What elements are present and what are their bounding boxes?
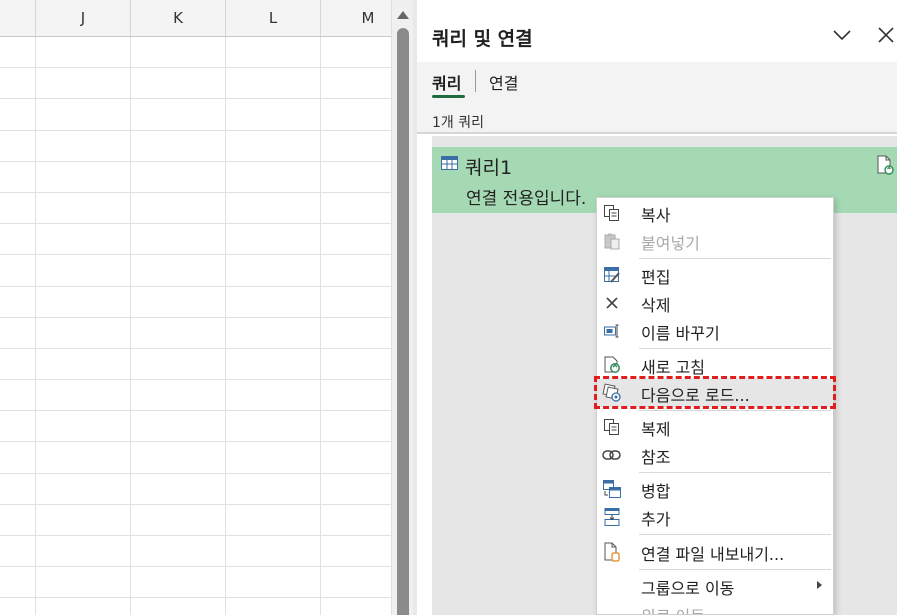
- context-menu: 복사 붙여넣기 편집 삭제 이름 바꾸기 새로 고침 다음으로 로드... 복제…: [596, 197, 834, 615]
- load-to-icon: [602, 383, 622, 403]
- grid-rows: [0, 37, 391, 615]
- append-icon: [602, 507, 622, 527]
- menu-item-label: 편집: [641, 268, 671, 287]
- grid-row[interactable]: [0, 131, 391, 162]
- menu-item-label: 추가: [641, 510, 671, 529]
- grid-row[interactable]: [0, 162, 391, 193]
- menu-item-label: 연결 파일 내보내기...: [641, 545, 785, 564]
- edit-table-icon: [602, 265, 622, 285]
- query-status: 연결 전용입니다.: [466, 189, 587, 209]
- menu-item-label: 위로 이동: [641, 603, 705, 614]
- menu-separator: [639, 569, 831, 570]
- menu-item-edit[interactable]: 편집: [597, 261, 833, 289]
- menu-item-label: 참조: [641, 448, 671, 467]
- query-count-bar: 1개 쿼리: [417, 100, 897, 134]
- menu-item-move-up[interactable]: 위로 이동: [597, 600, 833, 614]
- paste-icon: [602, 231, 622, 251]
- tab-connections[interactable]: 연결: [489, 70, 518, 94]
- menu-separator: [639, 410, 831, 411]
- grid-row[interactable]: [0, 567, 391, 599]
- grid-row[interactable]: [0, 193, 391, 225]
- menu-item-label: 다음으로 로드...: [641, 386, 750, 405]
- menu-separator: [639, 534, 831, 535]
- menu-item-move-to-group[interactable]: 그룹으로 이동: [597, 572, 833, 600]
- menu-item-refresh[interactable]: 새로 고침: [597, 351, 833, 379]
- chevron-down-icon[interactable]: [831, 24, 853, 46]
- grid-row[interactable]: [0, 411, 391, 443]
- vertical-scrollbar[interactable]: [391, 0, 413, 615]
- panel-tabs: 쿼리 연결: [417, 62, 897, 100]
- grid-row[interactable]: [0, 349, 391, 381]
- grid-row[interactable]: [0, 37, 391, 69]
- refresh-document-icon[interactable]: [876, 155, 894, 175]
- rename-icon: [602, 321, 622, 341]
- merge-icon: [602, 479, 622, 499]
- menu-item-label: 병합: [641, 482, 671, 501]
- column-headers: J K L M: [0, 0, 391, 37]
- column-header-j[interactable]: J: [35, 0, 130, 36]
- menu-item-paste[interactable]: 붙여넣기: [597, 227, 833, 255]
- grid-row[interactable]: [0, 474, 391, 505]
- grid-row[interactable]: [0, 380, 391, 412]
- grid-row[interactable]: [0, 99, 391, 131]
- panel-title: 쿼리 및 연결: [432, 28, 533, 50]
- menu-item-load-to[interactable]: 다음으로 로드...: [597, 379, 833, 407]
- grid-row[interactable]: [0, 287, 391, 318]
- menu-item-label: 이름 바꾸기: [641, 324, 720, 343]
- query-name: 쿼리1: [465, 157, 513, 179]
- menu-item-label: 그룹으로 이동: [641, 579, 735, 598]
- menu-item-reference[interactable]: 참조: [597, 441, 833, 469]
- active-tab-indicator: [432, 95, 465, 98]
- menu-item-rename[interactable]: 이름 바꾸기: [597, 317, 833, 345]
- delete-x-icon: [602, 293, 622, 313]
- export-connection-icon: [602, 542, 622, 562]
- grid-row[interactable]: [0, 536, 391, 568]
- copy-icon: [602, 203, 622, 223]
- scroll-up-arrow-icon[interactable]: [397, 11, 409, 19]
- menu-item-export-connection-file[interactable]: 연결 파일 내보내기...: [597, 538, 833, 566]
- refresh-icon: [602, 355, 622, 375]
- menu-separator: [639, 348, 831, 349]
- menu-item-append[interactable]: 추가: [597, 503, 833, 531]
- grid-row[interactable]: [0, 505, 391, 536]
- menu-item-label: 붙여넣기: [641, 234, 700, 253]
- menu-separator: [639, 258, 831, 259]
- grid-row[interactable]: [0, 255, 391, 287]
- grid-row[interactable]: [0, 68, 391, 100]
- menu-item-label: 복사: [641, 206, 671, 225]
- submenu-arrow-icon: [817, 581, 822, 589]
- grid-row[interactable]: [0, 318, 391, 349]
- reference-link-icon: [602, 445, 622, 465]
- menu-separator: [639, 472, 831, 473]
- tab-divider: [475, 70, 476, 92]
- scrollbar-thumb[interactable]: [397, 28, 409, 615]
- menu-item-duplicate[interactable]: 복제: [597, 413, 833, 441]
- menu-item-delete[interactable]: 삭제: [597, 289, 833, 317]
- column-header-m[interactable]: M: [320, 0, 391, 36]
- menu-item-label: 새로 고침: [641, 358, 705, 377]
- menu-item-copy[interactable]: 복사: [597, 199, 833, 227]
- close-icon[interactable]: [875, 24, 897, 46]
- tab-queries[interactable]: 쿼리: [432, 70, 461, 94]
- menu-item-merge[interactable]: 병합: [597, 475, 833, 503]
- menu-item-label: 삭제: [641, 296, 671, 315]
- column-header-k[interactable]: K: [130, 0, 225, 36]
- query-count: 1개 쿼리: [432, 115, 484, 131]
- duplicate-icon: [602, 417, 622, 437]
- table-icon: [441, 156, 458, 170]
- grid-row[interactable]: [0, 598, 391, 615]
- grid-row[interactable]: [0, 224, 391, 256]
- column-header-l[interactable]: L: [225, 0, 320, 36]
- grid-row[interactable]: [0, 442, 391, 474]
- spreadsheet-grid[interactable]: J K L M: [0, 0, 391, 615]
- menu-item-label: 복제: [641, 420, 671, 439]
